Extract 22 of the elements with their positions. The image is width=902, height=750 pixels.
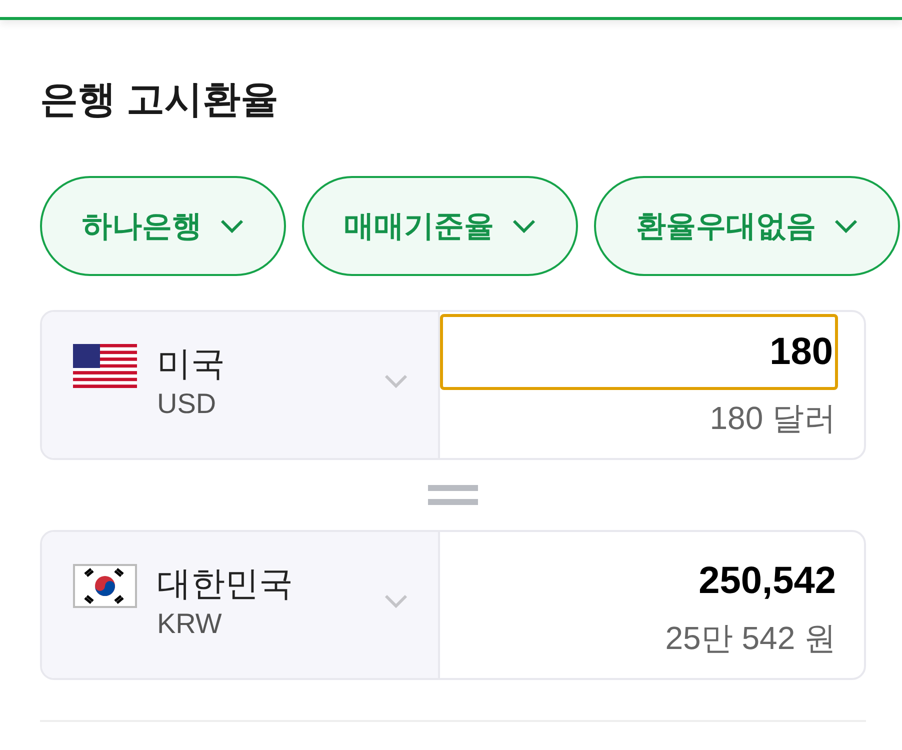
currency-code: KRW	[157, 607, 223, 641]
chevron-down-icon	[512, 219, 536, 233]
filter-dropdown[interactable]: 매매기준율	[302, 176, 578, 276]
currency-code: USD	[157, 387, 218, 421]
amount-in-words: 180 달러	[710, 399, 837, 438]
flag-icon	[73, 344, 137, 388]
section-title: 은행 고시환율	[40, 78, 280, 123]
flag-icon	[73, 564, 137, 608]
equals-icon	[428, 483, 478, 507]
chevron-down-icon	[384, 594, 408, 608]
currency-selector[interactable]: 미국 USD	[42, 312, 440, 458]
country-name: 대한민국	[157, 564, 294, 605]
chevron-down-icon	[834, 219, 858, 233]
amount-field[interactable]: 250,542	[698, 552, 836, 610]
filter-dropdown[interactable]: 환율우대없음	[594, 176, 900, 276]
amount-field[interactable]: 180	[440, 314, 838, 390]
chevron-down-icon	[220, 219, 244, 233]
currency-selector[interactable]: 대한민국 KRW	[42, 532, 440, 678]
chevron-down-icon	[384, 374, 408, 388]
filter-dropdown[interactable]: 하나은행	[40, 176, 286, 276]
country-name: 미국	[157, 344, 226, 385]
amount-in-words: 25만 542 원	[665, 619, 836, 658]
